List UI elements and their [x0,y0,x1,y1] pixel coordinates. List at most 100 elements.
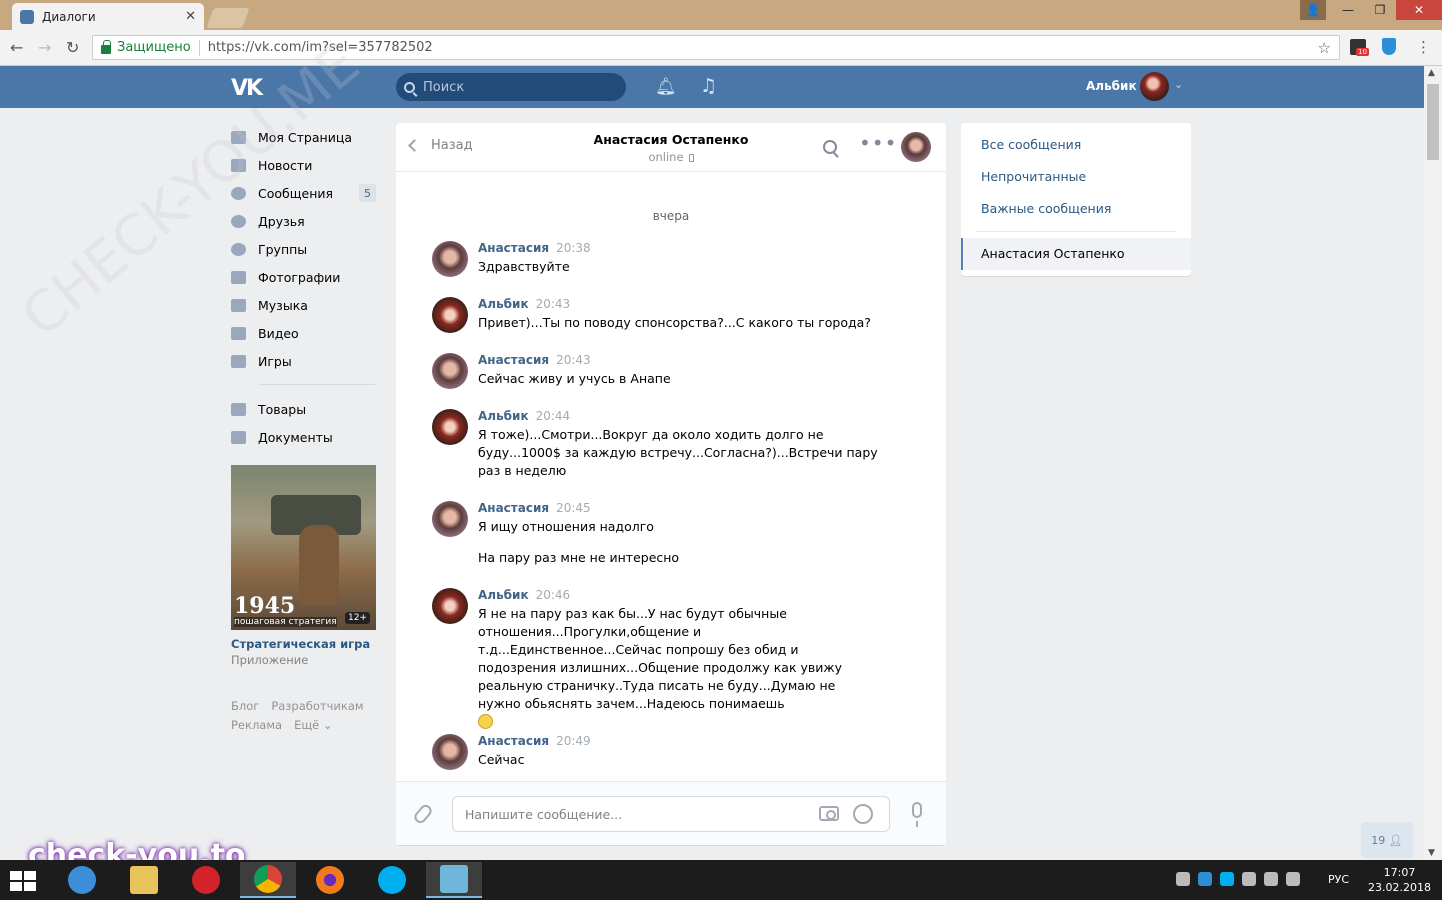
network-icon[interactable] [1264,872,1278,886]
scroll-down-icon[interactable]: ▼ [1428,848,1435,858]
peer-avatar[interactable] [901,132,931,162]
extension-icon[interactable]: 10 [1350,39,1369,56]
menu-item-photos[interactable]: Фотографии [231,263,376,291]
message-author[interactable]: Альбик [478,297,529,311]
footer-link-developers[interactable]: Разработчикам [271,699,363,713]
footer-link-more[interactable]: Ещё ⌄ [294,718,332,732]
restore-icon[interactable]: ❐ [1364,0,1396,20]
message-author[interactable]: Анастасия [478,734,549,748]
ad-title[interactable]: Стратегическая игра [231,637,370,651]
avatar[interactable] [432,588,468,624]
menu-item-goods[interactable]: Товары [231,395,376,423]
scroll-up-icon[interactable]: ▲ [1428,68,1435,78]
right-item-all-messages[interactable]: Все сообщения [981,137,1081,152]
volume-icon[interactable] [1286,872,1300,886]
message-author[interactable]: Анастасия [478,241,549,255]
bell-icon[interactable]: 🔔︎ [655,77,677,97]
shield-extension-icon[interactable] [1382,38,1396,55]
message-time[interactable]: 20:44 [536,409,571,423]
avatar[interactable] [432,734,468,770]
message-text-body: Я не на пару раз как бы...У нас будут об… [478,606,843,711]
avatar[interactable] [432,241,468,277]
menu-item-music[interactable]: Музыка [231,291,376,319]
search-input[interactable] [423,79,613,95]
taskbar-explorer[interactable] [116,862,172,898]
film-icon [231,326,246,340]
windows-start-icon[interactable] [10,871,36,891]
message-time[interactable]: 20:46 [536,588,571,602]
taskbar-clock[interactable]: 17:07 23.02.2018 [1368,865,1431,895]
ad-banner-image[interactable]: 1945 пошаговая стратегия 12+ [231,465,376,630]
browser-tab[interactable]: Диалоги ✕ [12,3,204,30]
tray-icon[interactable] [1242,872,1256,886]
browser-menu-icon[interactable]: ⋮ [1416,38,1431,56]
footer-link-blog[interactable]: Блог [231,699,259,713]
menu-item-video[interactable]: Видео [231,319,376,347]
message-time[interactable]: 20:45 [556,501,591,515]
more-dots-icon[interactable]: ••• [859,131,897,155]
avatar[interactable] [432,409,468,445]
menu-item-documents[interactable]: Документы [231,423,376,451]
microphone-icon[interactable] [912,802,922,827]
right-item-important[interactable]: Важные сообщения [981,201,1111,216]
language-indicator[interactable]: РУС [1328,873,1349,886]
skype-tray-icon[interactable] [1220,872,1234,886]
bookmark-star-icon[interactable]: ☆ [1318,39,1331,57]
message-author[interactable]: Анастасия [478,501,549,515]
close-window-icon[interactable]: ✕ [1396,0,1442,20]
new-tab-button[interactable] [206,8,250,28]
menu-item-friends[interactable]: Друзья [231,207,376,235]
music-note-icon[interactable]: ♫ [700,75,717,97]
minimize-icon[interactable]: — [1332,0,1364,20]
taskbar-chrome[interactable] [240,862,296,898]
message-author[interactable]: Альбик [478,588,529,602]
smiley-icon[interactable] [853,804,873,824]
message-time[interactable]: 20:43 [556,353,591,367]
menu-item-label: Документы [258,429,333,445]
message-time[interactable]: 20:43 [536,297,571,311]
shopping-bag-icon [231,402,246,416]
message-time[interactable]: 20:49 [556,734,591,748]
menu-item-groups[interactable]: Группы [231,235,376,263]
menu-item-games[interactable]: Игры [231,347,376,375]
tray-icon[interactable] [1176,872,1190,886]
menu-item-messages[interactable]: Сообщения 5 [231,179,376,207]
address-bar[interactable]: Защищено https://vk.com/im?sel=357782502… [92,35,1340,60]
message-author[interactable]: Альбик [478,409,529,423]
close-tab-icon[interactable]: ✕ [185,9,196,24]
avatar[interactable] [432,501,468,537]
group-icon [231,242,246,256]
right-item-unread[interactable]: Непрочитанные [981,169,1086,184]
message-author[interactable]: Анастасия [478,353,549,367]
page-scrollbar[interactable]: ▲ ▼ [1424,66,1442,860]
profile-icon[interactable]: 👤 [1300,0,1326,20]
online-friends-button[interactable]: 19 👤︎ [1361,822,1413,858]
header-avatar[interactable] [1140,72,1169,101]
camera-icon[interactable] [819,806,839,821]
avatar[interactable] [432,297,468,333]
taskbar-skype[interactable] [364,862,420,898]
search-box[interactable] [396,73,626,101]
paperclip-icon[interactable] [411,802,435,826]
taskbar-ie[interactable] [54,862,110,898]
footer-link-ads[interactable]: Реклама [231,718,282,732]
header-user-name[interactable]: Альбик [1086,79,1137,93]
tray-icon[interactable] [1198,872,1212,886]
taskbar-app[interactable] [426,862,482,898]
search-icon[interactable] [823,140,837,154]
taskbar-opera[interactable] [178,862,234,898]
back-arrow-icon[interactable]: ← [10,38,23,57]
message-input[interactable] [465,797,805,831]
scrollbar-thumb[interactable] [1427,84,1439,160]
chevron-down-icon[interactable]: ⌄ [1174,78,1183,91]
forward-arrow-icon[interactable]: → [38,38,51,57]
extension-badge: 10 [1356,48,1369,56]
taskbar-firefox[interactable] [302,862,358,898]
message-text: На пару раз мне не интересно [478,550,680,565]
message-time[interactable]: 20:38 [556,241,591,255]
menu-item-label: Видео [258,325,299,341]
reload-icon[interactable]: ↻ [66,38,79,57]
message-box[interactable] [452,796,890,832]
right-item-active-dialog[interactable]: Анастасия Остапенко [961,238,1191,270]
avatar[interactable] [432,353,468,389]
